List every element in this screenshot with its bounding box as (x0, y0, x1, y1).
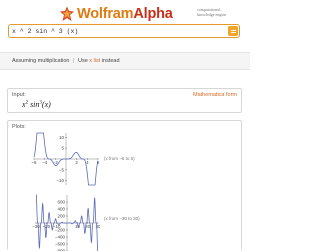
tagline: computational.. knowledge engine (197, 7, 249, 17)
y-tick-label: −5 (59, 167, 65, 172)
assumption-text: Assuming multiplication (12, 58, 69, 64)
x-tick-label: −4 (42, 160, 48, 165)
x-tick-label: −6 (31, 160, 37, 165)
plot2-range-label: (x from −30 to 30) (104, 216, 140, 221)
x-tick-label: 4 (86, 160, 89, 165)
plot-chart-small-range[interactable]: −6−4−2246105−5−10 (20, 131, 100, 187)
y-tick-label: 200 (57, 214, 65, 219)
assumption-bar: Assuming multiplication | Use x list ins… (0, 52, 250, 70)
assumption-suffix: instead (102, 58, 120, 64)
expr-tail: (x) (42, 100, 51, 109)
compute-button[interactable] (228, 26, 238, 36)
search-input[interactable] (12, 26, 222, 36)
expr-mid: sin (28, 100, 39, 109)
brand-alpha: Alpha (133, 6, 172, 22)
equals-icon (230, 28, 237, 35)
input-pod-title: Input: (12, 92, 26, 98)
assumption-alternative-link[interactable]: x list (89, 58, 100, 64)
header: Wolfram Alpha computational.. knowledge … (0, 0, 250, 44)
assumption-separator: | (73, 58, 74, 64)
tagline-line2: knowledge engine (197, 12, 249, 17)
plot-chart-large-range[interactable]: −30−20−10102030600400200−200−400−600−800 (20, 193, 100, 251)
plots-pod: Plots: −6−4−2246105−5−10 (x from −6 to 6… (7, 120, 242, 250)
wolfram-alpha-logo[interactable]: Wolfram Alpha (59, 6, 173, 22)
mathematica-form-link[interactable]: Mathematica form (193, 92, 237, 98)
x-tick-label: 2 (75, 160, 78, 165)
y-tick-label: −10 (56, 178, 64, 183)
plots-pod-title: Plots: (12, 124, 26, 130)
x-tick-label: −30 (32, 224, 40, 229)
x-tick-label: 30 (95, 224, 100, 229)
input-pod: Input: Mathematica form x2 sin3(x) (7, 88, 242, 113)
y-tick-label: 600 (57, 200, 65, 205)
y-tick-label: 5 (61, 146, 64, 151)
input-expression: x2 sin3(x) (22, 100, 51, 109)
wolfram-spikey-icon (59, 6, 75, 22)
y-tick-label: −200 (55, 228, 66, 233)
y-tick-label: −400 (55, 235, 66, 240)
y-tick-label: 10 (59, 135, 65, 140)
plot1-range-label: (x from −6 to 6) (104, 156, 135, 161)
y-tick-label: 400 (57, 207, 65, 212)
y-tick-label: −600 (55, 242, 66, 247)
assumption-use: Use (78, 58, 88, 64)
brand-wolfram: Wolfram (77, 6, 133, 22)
search-box (8, 24, 240, 38)
